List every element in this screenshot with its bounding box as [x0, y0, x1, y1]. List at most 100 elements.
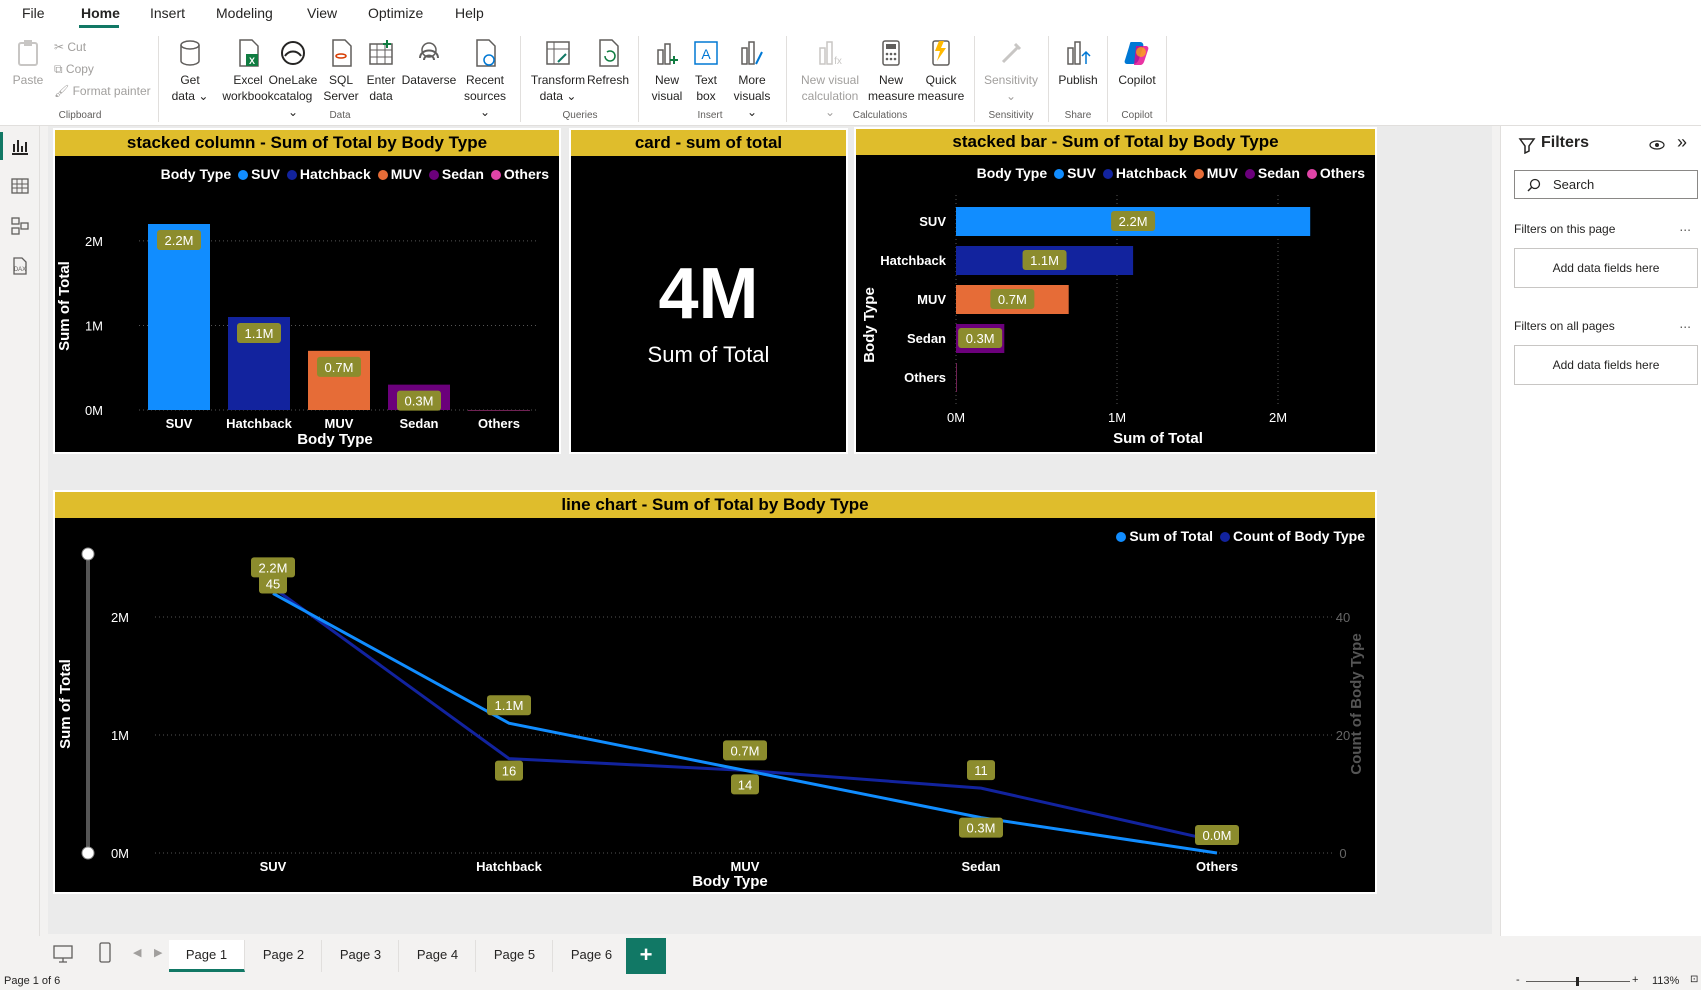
bar-others[interactable]	[956, 363, 957, 392]
y-tick-label: Sedan	[907, 331, 946, 346]
x-tick-label: 0M	[947, 410, 965, 425]
copy-button[interactable]: ⧉ Copy	[54, 62, 94, 77]
more-visuals-button[interactable]: More visuals ⌄	[728, 38, 776, 120]
page-tab-2[interactable]: Page 2	[246, 940, 322, 972]
data-label-hatchback: 1.1M	[1022, 250, 1067, 270]
new-visual-button[interactable]: New visual	[648, 38, 686, 104]
dataverse-button[interactable]: Dataverse	[400, 38, 458, 88]
card-visual[interactable]: card - sum of total 4M Sum of Total	[569, 128, 848, 454]
onelake-catalog-button[interactable]: OneLake catalog ⌄	[268, 38, 318, 120]
menu-tab-insert[interactable]: Insert	[150, 5, 185, 21]
zoom-slider-bottom-handle[interactable]	[81, 846, 95, 860]
eye-icon[interactable]	[1649, 138, 1665, 152]
new-visual-calculation-button[interactable]: fx New visual calculation ⌄	[795, 38, 865, 120]
series-line-count-of-body-type[interactable]	[272, 586, 1218, 843]
filters-all-pages-more-button[interactable]: ...	[1679, 315, 1691, 331]
new-measure-button[interactable]: New measure	[868, 38, 915, 104]
zoom-slider-thumb[interactable]	[1576, 977, 1579, 986]
svg-text:DAX: DAX	[14, 267, 26, 273]
format-painter-button[interactable]: 🖌 Format painter	[54, 84, 151, 98]
filters-all-pages-dropzone[interactable]: Add data fields here	[1514, 345, 1698, 385]
cut-button[interactable]: ✂ Cut	[54, 40, 86, 54]
menu-tab-view[interactable]: View	[307, 5, 337, 21]
active-tab-indicator	[79, 25, 119, 28]
x-tick-label: SUV	[166, 416, 193, 431]
fit-to-page-icon[interactable]: ⊡	[1690, 974, 1698, 985]
zoom-slider-top-handle[interactable]	[81, 547, 95, 561]
page-tab-4[interactable]: Page 4	[400, 940, 476, 972]
data-label-sum-muv-text: 0.7M	[731, 743, 760, 758]
column-bar-suv[interactable]	[148, 224, 210, 410]
table-view-icon[interactable]	[10, 176, 30, 196]
new-visual-calc-label-1: New visual	[800, 73, 860, 87]
data-label-sum-hatchback: 1.1M	[487, 695, 531, 716]
quick-measure-button[interactable]: Quick measure	[916, 38, 966, 104]
menu-tab-modeling[interactable]: Modeling	[216, 5, 273, 21]
paste-button[interactable]: Paste	[10, 38, 46, 88]
data-label-sedan: 0.3M	[397, 390, 441, 411]
enter-data-button[interactable]: Enter data	[362, 38, 400, 104]
ribbon-separator	[638, 36, 639, 122]
recent-sources-button[interactable]: Recent sources ⌄	[460, 38, 510, 120]
collapse-pane-icon[interactable]: »	[1677, 132, 1687, 153]
page-tab-3[interactable]: Page 3	[323, 940, 399, 972]
desktop-layout-icon[interactable]	[52, 944, 74, 964]
filters-search-input[interactable]: Search	[1514, 170, 1698, 199]
refresh-label: Refresh	[586, 73, 630, 87]
copilot-button[interactable]: Copilot	[1112, 38, 1162, 88]
text-box-button[interactable]: A Text box	[688, 38, 724, 104]
zoom-out-button[interactable]: -	[1516, 974, 1520, 986]
mobile-layout-icon[interactable]	[98, 942, 112, 964]
add-page-button[interactable]: +	[626, 938, 666, 974]
y-tick-label: 1M	[111, 728, 129, 743]
filters-on-page-dropzone[interactable]: Add data fields here	[1514, 248, 1698, 288]
data-label-count-sedan: 11	[967, 760, 995, 781]
menu-tab-help[interactable]: Help	[455, 5, 484, 21]
page-count-status: Page 1 of 6	[4, 975, 61, 987]
transform-data-button[interactable]: Transform data ⌄	[530, 38, 586, 104]
excel-label-2: workbook	[222, 89, 274, 103]
menu-tab-file[interactable]: File	[22, 5, 45, 21]
dax-query-view-icon[interactable]: DAX	[10, 256, 30, 276]
stacked-column-visual[interactable]: stacked column - Sum of Total by Body Ty…	[53, 128, 561, 454]
status-bar: Page 1 of 6 - + 113% ⊡	[0, 974, 1701, 990]
data-label-count-suv-text: 45	[266, 577, 280, 592]
get-data-button[interactable]: Get data ⌄	[170, 38, 210, 104]
copy-icon: ⧉	[54, 62, 66, 76]
sql-server-button[interactable]: SQL Server	[322, 38, 360, 104]
data-label-muv: 0.7M	[990, 289, 1035, 309]
filters-on-page-more-button[interactable]: ...	[1679, 218, 1691, 234]
x-tick-label: Hatchback	[226, 416, 293, 431]
scroll-right-icon[interactable]: ▶	[154, 946, 162, 959]
active-view-indicator	[0, 132, 3, 160]
report-view-icon[interactable]	[10, 136, 30, 156]
column-bar-others[interactable]	[468, 410, 530, 411]
search-icon	[1527, 178, 1541, 192]
menu-tab-optimize[interactable]: Optimize	[368, 5, 423, 21]
copilot-label: Copilot	[1118, 73, 1156, 87]
zoom-in-button[interactable]: +	[1632, 974, 1638, 986]
page-tab-6[interactable]: Page 6	[554, 940, 630, 972]
enter-data-label-2: data	[369, 89, 393, 103]
stacked-bar-xlabel: Sum of Total	[1113, 430, 1203, 447]
menu-tab-home[interactable]: Home	[81, 5, 120, 21]
ribbon-separator	[1048, 36, 1049, 122]
new-measure-label-2: measure	[868, 89, 915, 103]
series-line-sum-of-total[interactable]	[272, 592, 1218, 855]
ribbon: Paste ✂ Cut ⧉ Copy 🖌 Format painter Clip…	[0, 30, 1701, 126]
page-tab-1[interactable]: Page 1	[169, 940, 245, 972]
page-tab-5[interactable]: Page 5	[477, 940, 553, 972]
y-tick-label: 0M	[111, 846, 129, 861]
model-view-icon[interactable]	[10, 216, 30, 236]
refresh-button[interactable]: Refresh	[586, 38, 630, 88]
sensitivity-button[interactable]: Sensitivity ⌄	[980, 38, 1042, 104]
y-tick-label: Hatchback	[880, 253, 947, 268]
group-label-clipboard: Clipboard	[58, 110, 102, 121]
line-chart-visual[interactable]: line chart - Sum of Total by Body Type S…	[53, 490, 1377, 894]
publish-button[interactable]: Publish	[1054, 38, 1102, 88]
stacked-bar-visual[interactable]: stacked bar - Sum of Total by Body Type …	[854, 127, 1377, 454]
scroll-left-icon[interactable]: ◀	[133, 946, 141, 959]
group-label-insert: Insert	[697, 110, 723, 121]
stacked-bar-ylabel: Body Type	[861, 287, 878, 363]
filters-title: Filters	[1541, 134, 1590, 151]
